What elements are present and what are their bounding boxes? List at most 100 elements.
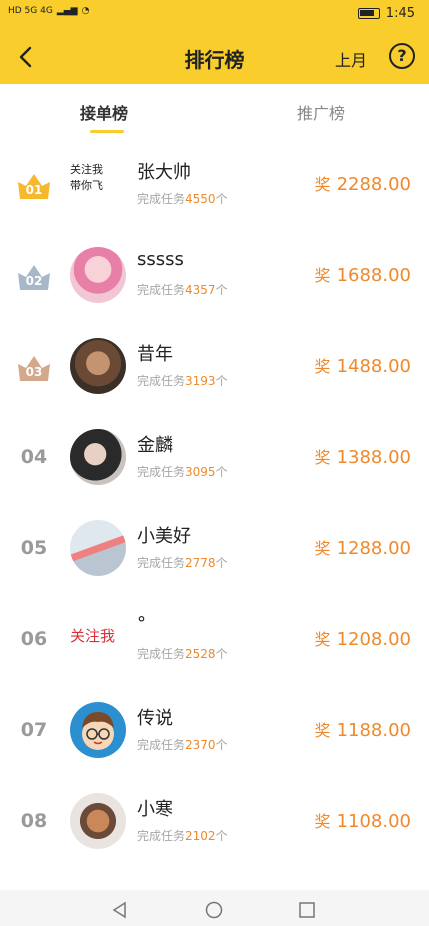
stats-suffix: 个 [215, 556, 228, 570]
cartoon-face-icon [82, 712, 114, 750]
stats-suffix: 个 [215, 283, 228, 297]
ranking-tabs: 接单榜 推广榜 [0, 84, 429, 138]
rank-number: 02 [25, 274, 43, 288]
stats-prefix: 完成任务 [137, 192, 186, 206]
reward-label: 奖 [314, 539, 331, 558]
user-name: 金麟 [137, 435, 173, 456]
task-count: 3193 [185, 374, 216, 388]
rank-badge: 03 [14, 346, 54, 386]
reward-label: 奖 [314, 175, 331, 194]
rank-badge: 06 [14, 619, 54, 659]
reward-label: 奖 [314, 266, 331, 285]
stats-prefix: 完成任务 [137, 738, 186, 752]
status-time: 1:45 [385, 6, 415, 21]
rank-badge: 02 [14, 255, 54, 295]
reward-label: 奖 [314, 630, 331, 649]
user-name: 传说 [137, 708, 173, 729]
stats-suffix: 个 [215, 374, 228, 388]
user-name: 昔年 [137, 344, 173, 365]
list-item[interactable]: 04 金麟 完成任务3095个 奖 1388.00 [0, 411, 429, 502]
month-selector[interactable]: 上月 [335, 47, 367, 71]
nav-back-icon[interactable] [110, 900, 130, 920]
reward-label: 奖 [314, 812, 331, 831]
reward-amount: 奖 1208.00 [315, 626, 411, 650]
reward-label: 奖 [314, 357, 331, 376]
network-label: HD 5G 4G [8, 6, 53, 16]
reward-value: 1188.00 [336, 720, 411, 741]
list-item[interactable]: 06 关注我 ° 完成任务2528个 奖 1208.00 [0, 593, 429, 684]
rank-badge: 05 [14, 528, 54, 568]
list-item[interactable]: 01 关注我 带你飞 张大帅 完成任务4550个 奖 2288.00 [0, 138, 429, 229]
list-item[interactable]: 07 传说 完成任务2370个 奖 1188.00 [0, 684, 429, 775]
stats-prefix: 完成任务 [137, 374, 186, 388]
task-count: 2528 [185, 647, 216, 661]
list-item[interactable]: 08 小寒 完成任务2102个 奖 1108.00 [0, 775, 429, 866]
avatar-text-line: 关注我 [70, 163, 103, 176]
stats-prefix: 完成任务 [137, 647, 186, 661]
avatar[interactable] [70, 338, 126, 394]
task-stats: 完成任务4550个 [137, 190, 228, 207]
wifi-icon: ◔ [81, 6, 90, 16]
rank-number: 04 [20, 446, 48, 468]
rank-number: 08 [20, 810, 48, 832]
task-count: 2370 [185, 738, 216, 752]
tab-active-indicator [90, 130, 124, 133]
stats-suffix: 个 [215, 192, 228, 206]
task-stats: 完成任务3193个 [137, 372, 228, 389]
task-stats: 完成任务2370个 [137, 736, 228, 753]
avatar[interactable] [70, 702, 126, 758]
avatar[interactable] [70, 429, 126, 485]
status-right: 1:45 [357, 6, 415, 21]
reward-value: 1108.00 [336, 811, 411, 832]
task-stats: 完成任务2778个 [137, 554, 228, 571]
avatar[interactable] [70, 247, 126, 303]
stats-suffix: 个 [215, 465, 228, 479]
tab-orders[interactable]: 接单榜 [80, 100, 128, 124]
task-stats: 完成任务2102个 [137, 827, 228, 844]
reward-value: 1388.00 [336, 447, 411, 468]
task-stats: 完成任务3095个 [137, 463, 228, 480]
list-item[interactable]: 03 昔年 完成任务3193个 奖 1488.00 [0, 320, 429, 411]
stats-prefix: 完成任务 [137, 829, 186, 843]
battery-icon [357, 8, 380, 19]
signal-icon: ▂▄▆ [56, 6, 78, 16]
task-count: 2102 [185, 829, 216, 843]
help-icon[interactable]: ? [389, 43, 415, 69]
task-count: 4357 [185, 283, 216, 297]
rank-badge: 08 [14, 801, 54, 841]
reward-label: 奖 [314, 448, 331, 467]
rank-number: 01 [25, 183, 43, 197]
task-count: 4550 [185, 192, 216, 206]
list-item[interactable]: 05 小美好 完成任务2778个 奖 1288.00 [0, 502, 429, 593]
rank-badge: 04 [14, 437, 54, 477]
avatar[interactable] [70, 520, 126, 576]
task-count: 3095 [185, 465, 216, 479]
stats-prefix: 完成任务 [137, 283, 186, 297]
stats-suffix: 个 [215, 647, 228, 661]
reward-amount: 奖 1188.00 [315, 717, 411, 741]
task-stats: 完成任务2528个 [137, 645, 228, 662]
stats-prefix: 完成任务 [137, 556, 186, 570]
reward-value: 1208.00 [336, 629, 411, 650]
system-nav-bar [0, 890, 429, 926]
rank-number: 07 [20, 719, 48, 741]
rank-number: 03 [25, 365, 43, 379]
reward-value: 2288.00 [336, 174, 411, 195]
rank-number: 06 [20, 628, 48, 650]
reward-amount: 奖 1688.00 [315, 262, 411, 286]
task-count: 2778 [185, 556, 216, 570]
user-name: 小寒 [137, 799, 173, 820]
tab-promotion[interactable]: 推广榜 [297, 100, 345, 124]
task-stats: 完成任务4357个 [137, 281, 228, 298]
reward-label: 奖 [314, 721, 331, 740]
avatar[interactable] [70, 793, 126, 849]
app-header: 排行榜 上月 ? [0, 30, 429, 84]
stats-suffix: 个 [215, 829, 228, 843]
status-bar: HD 5G 4G ▂▄▆ ◔ 1:45 [0, 0, 429, 30]
reward-amount: 奖 1388.00 [315, 444, 411, 468]
nav-home-icon[interactable] [204, 900, 224, 920]
list-item[interactable]: 02 sssss 完成任务4357个 奖 1688.00 [0, 229, 429, 320]
reward-amount: 奖 2288.00 [315, 171, 411, 195]
nav-recents-icon[interactable] [297, 900, 317, 920]
stats-prefix: 完成任务 [137, 465, 186, 479]
